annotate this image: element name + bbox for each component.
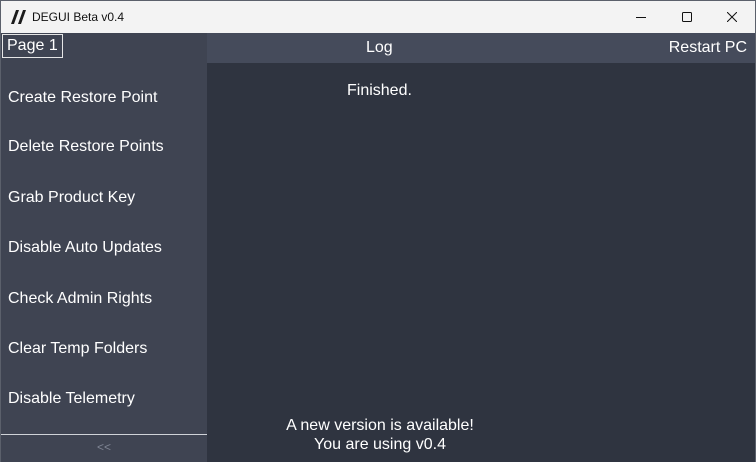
log-output: Finished. (347, 82, 412, 99)
clear-temp-folders-button[interactable]: Clear Temp Folders (8, 339, 147, 359)
grab-product-key-button[interactable]: Grab Product Key (8, 188, 135, 208)
collapse-sidebar-button[interactable]: << (1, 439, 207, 455)
delete-restore-points-button[interactable]: Delete Restore Points (8, 137, 164, 157)
window-title: DEGUI Beta v0.4 (32, 10, 125, 24)
create-restore-point-button[interactable]: Create Restore Point (8, 88, 157, 108)
maximize-button[interactable] (664, 1, 710, 33)
restart-pc-button[interactable]: Restart PC (669, 33, 747, 63)
close-button[interactable] (709, 1, 755, 33)
log-panel: Finished. A new version is available! Yo… (207, 63, 755, 462)
disable-auto-updates-button[interactable]: Disable Auto Updates (8, 238, 162, 258)
maximize-icon (682, 12, 692, 22)
disable-telemetry-button[interactable]: Disable Telemetry (8, 389, 135, 409)
update-notice: A new version is available! You are usin… (207, 416, 553, 454)
update-available-text: A new version is available! (286, 417, 474, 434)
log-title: Log (366, 39, 393, 56)
sidebar-divider (1, 434, 207, 435)
minimize-icon (636, 12, 646, 22)
current-version-text: You are using v0.4 (314, 436, 446, 453)
check-admin-rights-button[interactable]: Check Admin Rights (8, 289, 152, 309)
close-icon (727, 12, 737, 22)
degui-logo-icon (11, 10, 27, 24)
minimize-button[interactable] (618, 1, 664, 33)
app-window: DEGUI Beta v0.4 Page 1 Create Restore Po… (0, 0, 756, 462)
page-indicator[interactable]: Page 1 (2, 34, 63, 58)
sidebar: Page 1 Create Restore Point Delete Resto… (1, 33, 207, 462)
title-bar[interactable]: DEGUI Beta v0.4 (1, 1, 755, 33)
main-header: Log Restart PC (207, 33, 755, 63)
